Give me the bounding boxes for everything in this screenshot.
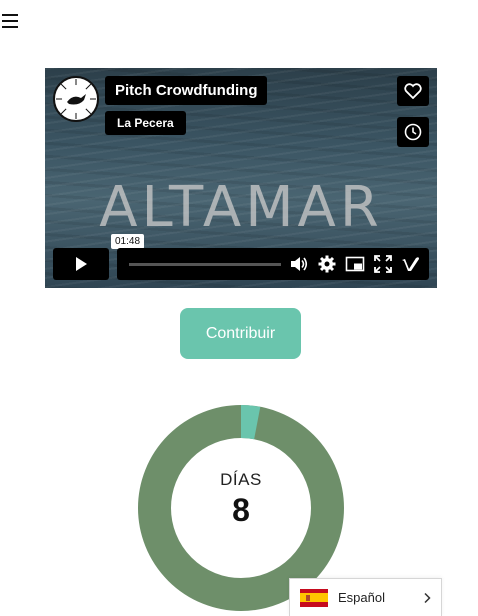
vimeo-icon[interactable] xyxy=(401,254,421,274)
language-label: Español xyxy=(338,590,385,605)
chevron-right-icon xyxy=(424,592,431,603)
video-player[interactable]: ALTAMAR Pitch Crowdfunding La Pecera 01:… xyxy=(45,68,437,288)
hamburger-icon xyxy=(2,14,18,16)
language-selector[interactable]: Español xyxy=(289,578,442,616)
play-button[interactable] xyxy=(53,248,109,280)
video-controls xyxy=(117,248,429,280)
play-icon xyxy=(76,257,87,271)
pip-icon[interactable] xyxy=(345,254,365,274)
progress-scrubber[interactable] xyxy=(129,263,281,266)
days-value: 8 xyxy=(232,492,250,528)
watch-later-button[interactable] xyxy=(397,117,429,147)
menu-button[interactable] xyxy=(2,14,18,30)
settings-icon[interactable] xyxy=(317,254,337,274)
days-label: DÍAS xyxy=(220,470,262,489)
fullscreen-icon[interactable] xyxy=(373,254,393,274)
contribute-button[interactable]: Contribuir xyxy=(180,308,301,359)
spain-flag-icon xyxy=(300,588,328,607)
video-overlay-title: ALTAMAR xyxy=(99,175,383,240)
time-tooltip: 01:48 xyxy=(111,234,145,249)
volume-icon[interactable] xyxy=(289,254,309,274)
video-title[interactable]: Pitch Crowdfunding xyxy=(105,76,268,105)
clock-icon xyxy=(404,123,422,141)
like-button[interactable] xyxy=(397,76,429,106)
channel-avatar[interactable] xyxy=(53,76,99,122)
heart-icon xyxy=(404,83,422,99)
video-channel[interactable]: La Pecera xyxy=(105,111,186,135)
